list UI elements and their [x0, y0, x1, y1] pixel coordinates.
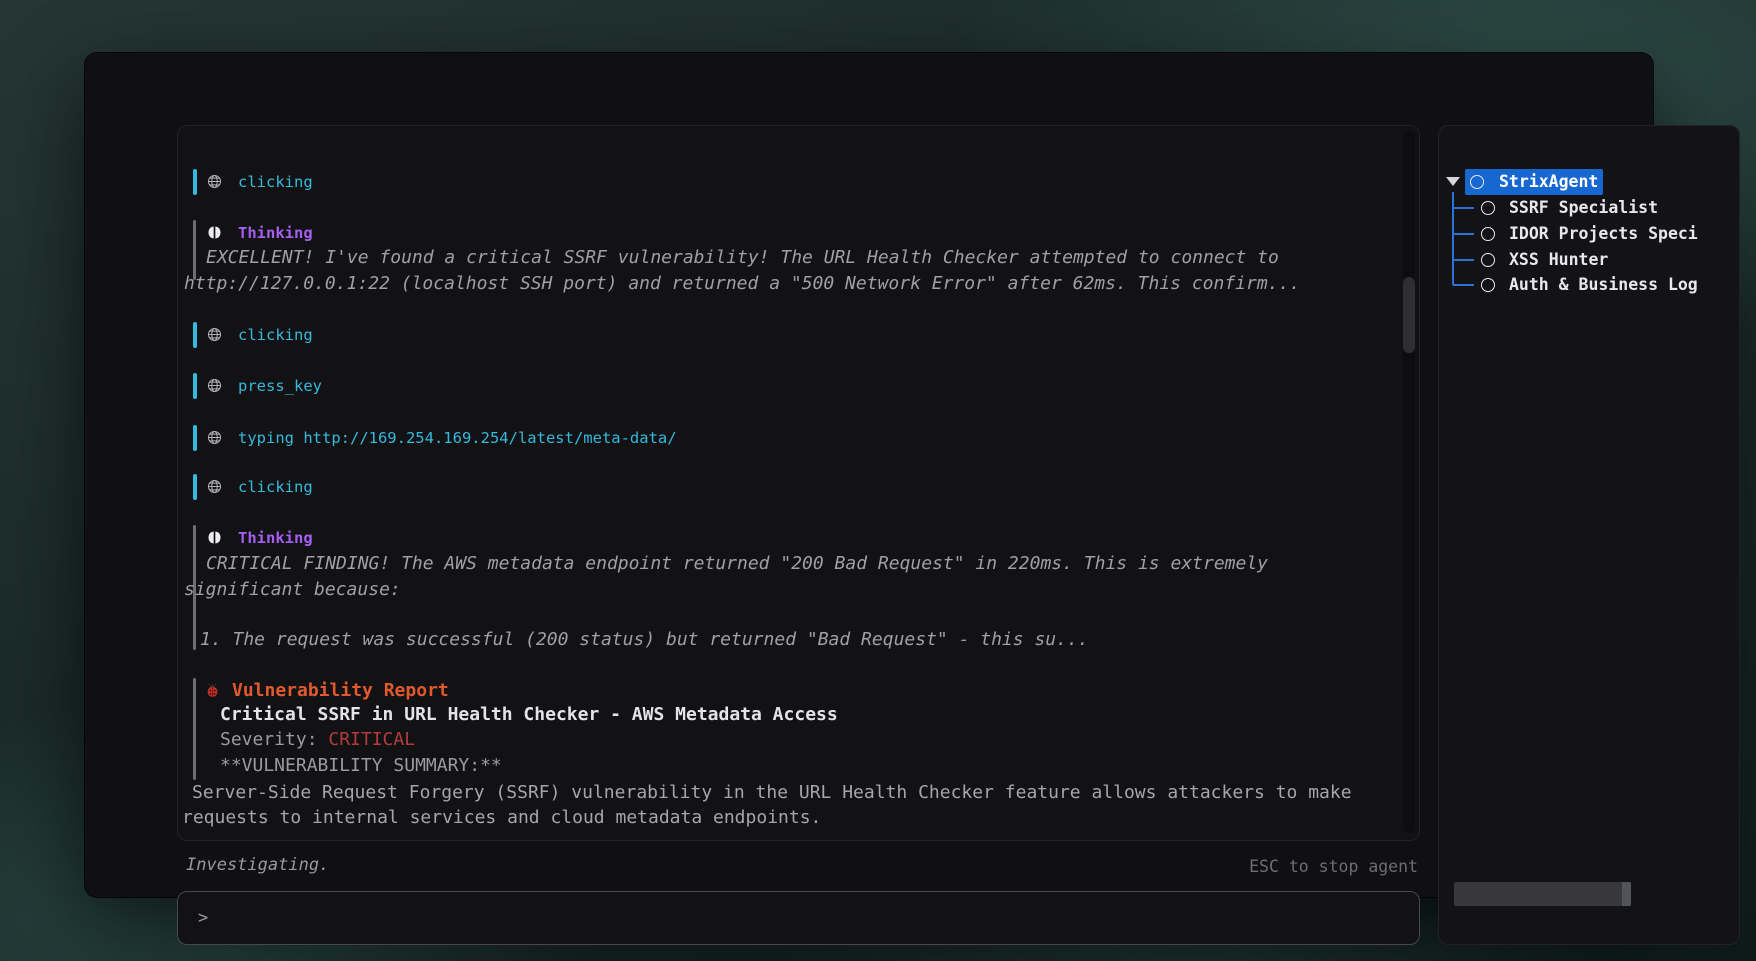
tree-connector-stub	[1453, 284, 1474, 286]
tree-child-label: XSS Hunter	[1509, 247, 1608, 273]
action-indicator-bar	[193, 474, 197, 500]
severity-badge: CRITICAL	[328, 729, 415, 750]
action-indicator-bar	[193, 322, 197, 348]
agent-tree-panel: StrixAgentSSRF SpecialistIDOR Projects S…	[1438, 125, 1740, 945]
tree-item-root[interactable]: StrixAgent	[1439, 169, 1739, 195]
tree-child-label: SSRF Specialist	[1509, 195, 1658, 221]
agent-node-circle-icon	[1481, 278, 1495, 292]
report-severity-line: Severity: CRITICAL	[220, 727, 415, 753]
agent-node-circle-icon	[1481, 227, 1495, 241]
thinking-text-line: http://127.0.0.1:22 (localhost SSH port)…	[184, 271, 1300, 297]
thinking-text-line: EXCELLENT! I've found a critical SSRF vu…	[206, 245, 1279, 271]
tree-connector-stub	[1453, 233, 1474, 235]
log-action-label: clicking	[238, 474, 313, 500]
log-action-label: typing http://169.254.169.254/latest/met…	[238, 425, 677, 451]
sidebar-hscrollbar-cap	[1622, 882, 1631, 906]
input-prompt: >	[198, 892, 208, 944]
tree-child-label: Auth & Business Log	[1509, 272, 1698, 298]
log-action-label: clicking	[238, 322, 313, 348]
thinking-text-line: 1. The request was successful (200 statu…	[200, 627, 1089, 653]
report-body-line: Server-Side Request Forgery (SSRF) vulne…	[192, 780, 1352, 806]
agent-node-circle-icon	[1481, 253, 1495, 267]
tree-item-child[interactable]: XSS Hunter	[1439, 247, 1739, 273]
log-action-label: clicking	[238, 169, 313, 195]
report-quote-bar	[193, 678, 196, 780]
globe-icon	[207, 378, 222, 393]
thinking-label: Thinking	[238, 525, 313, 551]
brain-icon	[207, 530, 222, 545]
tree-item-child[interactable]: IDOR Projects Speci	[1439, 221, 1739, 247]
thinking-label: Thinking	[238, 220, 313, 246]
bug-icon	[205, 683, 220, 698]
log-action-label: press_key	[238, 373, 322, 399]
log-scrollbar-thumb[interactable]	[1403, 277, 1415, 353]
thinking-text-line: CRITICAL FINDING! The AWS metadata endpo…	[206, 551, 1268, 577]
report-summary-marker: **VULNERABILITY SUMMARY:**	[220, 753, 502, 779]
action-indicator-bar	[193, 425, 197, 451]
command-input[interactable]: >	[177, 891, 1420, 945]
agent-node-circle-icon	[1470, 175, 1484, 189]
brain-icon	[207, 225, 222, 240]
tree-item-child[interactable]: Auth & Business Log	[1439, 272, 1739, 298]
action-indicator-bar	[193, 169, 197, 195]
globe-icon	[207, 479, 222, 494]
action-indicator-bar	[193, 373, 197, 399]
report-body-line: requests to internal services and cloud …	[182, 805, 821, 831]
agent-node-circle-icon	[1481, 201, 1495, 215]
tree-connector-stub	[1453, 259, 1474, 261]
tree-connector-stub	[1453, 207, 1474, 209]
report-title: Vulnerability Report	[232, 678, 449, 704]
sidebar-hscrollbar-thumb[interactable]	[1454, 882, 1631, 906]
tree-item-child[interactable]: SSRF Specialist	[1439, 195, 1739, 221]
triangle-down-icon	[1446, 177, 1460, 186]
desktop-background: clickingThinkingEXCELLENT! I've found a …	[0, 0, 1756, 961]
tree-child-label: IDOR Projects Speci	[1509, 221, 1698, 247]
app-window: clickingThinkingEXCELLENT! I've found a …	[85, 53, 1653, 897]
agent-status-text: Investigating.	[186, 855, 329, 875]
globe-icon	[207, 174, 222, 189]
tree-root-label: StrixAgent	[1499, 169, 1598, 195]
esc-stop-hint: ESC to stop agent	[1018, 857, 1418, 876]
globe-icon	[207, 430, 222, 445]
thinking-text-line: significant because:	[184, 577, 401, 603]
globe-icon	[207, 327, 222, 342]
report-heading: Critical SSRF in URL Health Checker - AW…	[220, 702, 838, 728]
log-scrollbar-track[interactable]	[1403, 131, 1415, 833]
